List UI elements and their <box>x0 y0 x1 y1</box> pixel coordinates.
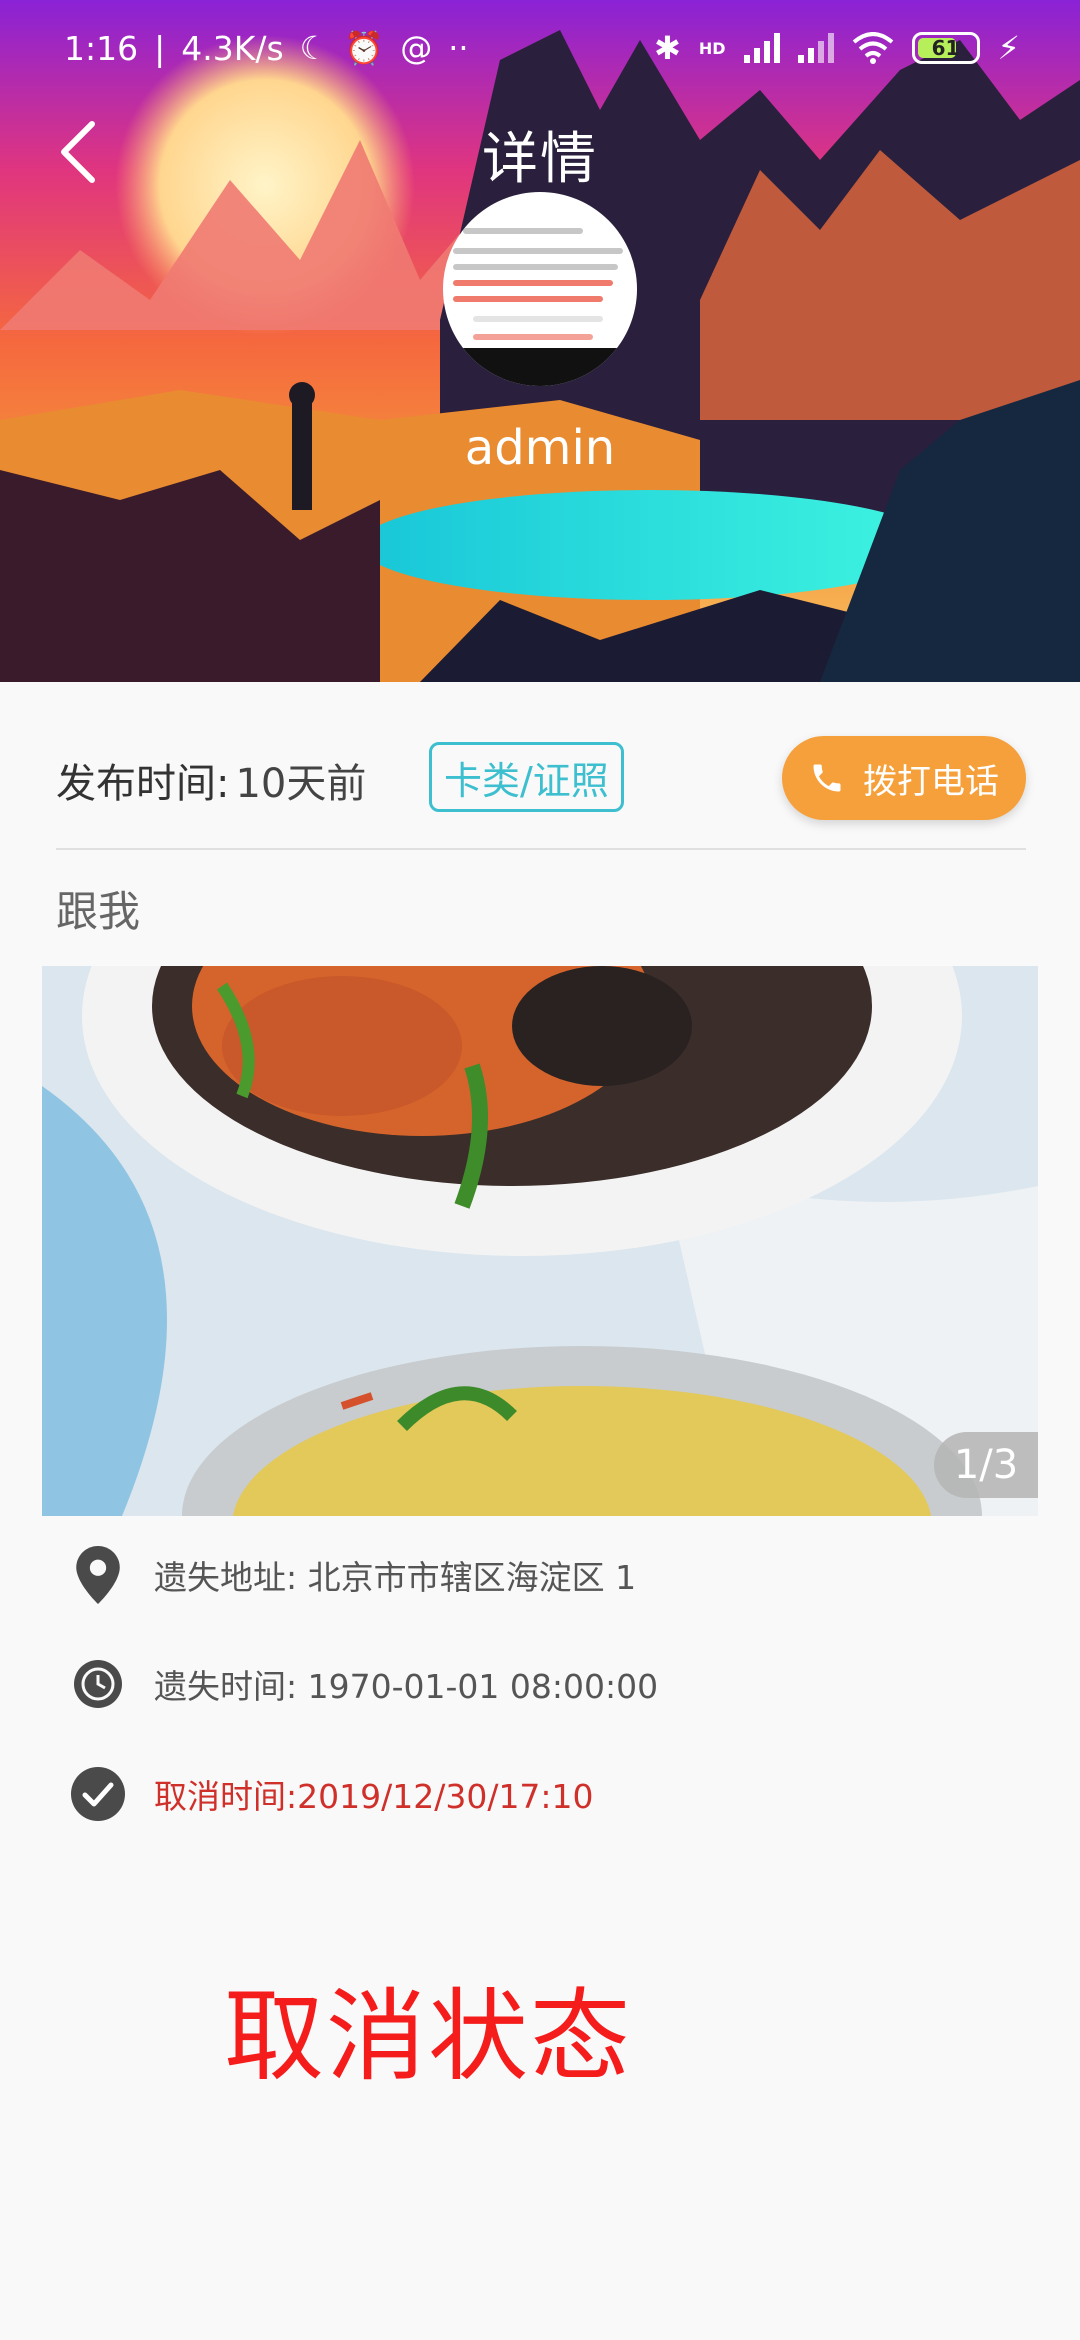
page-title: 详情 <box>482 127 598 192</box>
divider <box>56 848 1026 850</box>
category-tag: 卡类/证照 <box>429 742 624 812</box>
signal-icon <box>743 33 780 63</box>
username: admin <box>464 420 616 476</box>
status-network-speed: 4.3K/s <box>181 28 284 68</box>
cancel-time-row: 取消时间:2019/12/30/17:10 <box>68 1762 1028 1826</box>
music-app-icon: @ <box>400 29 433 67</box>
phone-icon <box>813 764 841 792</box>
status-separator: | <box>154 28 166 68</box>
moon-icon: ☾ <box>299 29 329 67</box>
call-button-label: 拨打电话 <box>863 761 999 802</box>
cancel-status-label: 取消状态 <box>224 1978 632 2095</box>
lost-address-row: 遗失地址: 北京市市辖区海淀区 1 <box>68 1543 1028 1607</box>
more-dots-icon: ·· <box>448 29 469 67</box>
charging-icon: ⚡ <box>997 29 1020 67</box>
battery-level: 61 <box>931 36 960 60</box>
check-circle-icon <box>68 1764 128 1824</box>
wifi-icon <box>852 32 893 64</box>
publish-info-row: 发布时间: 10天前 卡类/证照 拨打电话 <box>56 736 1026 824</box>
status-bar: 1:16 | 4.3K/s ☾ ⏰ @ ·· ✱ HD 61 ⚡ <box>0 0 1080 96</box>
avatar[interactable] <box>443 192 637 386</box>
photo-counter: 1/3 <box>934 1432 1038 1498</box>
post-title: 跟我 <box>56 887 141 936</box>
food-photo <box>42 966 1038 1516</box>
publish-time-value: 10天前 <box>235 761 367 807</box>
lost-address-text: 遗失地址: 北京市市辖区海淀区 1 <box>154 1558 637 1597</box>
publish-time-label: 发布时间: <box>56 761 230 807</box>
clock-icon <box>68 1654 128 1714</box>
call-button[interactable]: 拨打电话 <box>782 736 1026 820</box>
bluetooth-icon: ✱ <box>654 29 681 67</box>
cancel-time-text: 取消时间:2019/12/30/17:10 <box>154 1777 594 1816</box>
lost-time-text: 遗失时间: 1970-01-01 08:00:00 <box>154 1667 659 1706</box>
photo-carousel[interactable]: 1/3 <box>42 966 1038 1516</box>
lost-time-row: 遗失时间: 1970-01-01 08:00:00 <box>68 1652 1028 1716</box>
location-pin-icon <box>68 1545 128 1605</box>
alarm-icon: ⏰ <box>344 29 385 67</box>
header-banner: 1:16 | 4.3K/s ☾ ⏰ @ ·· ✱ HD 61 ⚡ 详情 admi… <box>0 0 1080 682</box>
signal-2-icon <box>797 33 834 63</box>
status-time: 1:16 <box>64 28 139 68</box>
hd-label: HD <box>698 38 726 58</box>
battery-indicator: 61 <box>911 32 980 64</box>
